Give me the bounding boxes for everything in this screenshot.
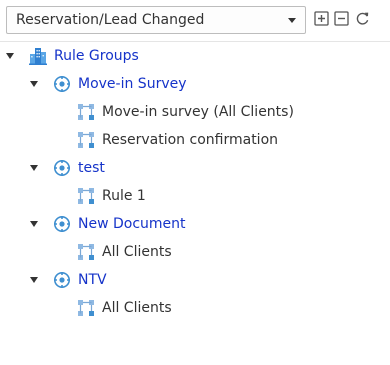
group-gear-icon <box>54 272 70 288</box>
rule-icon <box>78 188 94 204</box>
trigger-select-value: Reservation/Lead Changed <box>16 12 205 28</box>
plus-square-icon[interactable] <box>314 11 329 26</box>
building-icon <box>29 48 47 65</box>
rule-icon <box>78 244 94 260</box>
tree-node-label: Reservation confirmation <box>102 132 279 148</box>
tree-node-label: New Document <box>78 216 186 232</box>
expanded-caret-icon[interactable] <box>29 163 39 173</box>
expanded-caret-icon[interactable] <box>29 219 39 229</box>
tree-node-label: All Clients <box>102 300 172 316</box>
tree-node-label: NTV <box>78 272 107 288</box>
toolbar: Reservation/Lead Changed <box>0 0 390 42</box>
rule-icon <box>78 132 94 148</box>
tree-node-label: All Clients <box>102 244 172 260</box>
refresh-icon[interactable] <box>355 11 370 26</box>
minus-square-icon[interactable] <box>334 11 349 26</box>
rule-icon <box>78 104 94 120</box>
expanded-caret-icon[interactable] <box>29 79 39 89</box>
expanded-caret-icon[interactable] <box>29 275 39 285</box>
tree-node-label: Rule Groups <box>54 48 139 64</box>
group-gear-icon <box>54 76 70 92</box>
chevron-down-icon <box>288 18 296 23</box>
expanded-caret-icon[interactable] <box>5 51 15 61</box>
tree-node-label: Move-in Survey <box>78 76 187 92</box>
tree-node-label: test <box>78 160 105 176</box>
tree-node-label: Move-in survey (All Clients) <box>102 104 294 120</box>
group-gear-icon <box>54 216 70 232</box>
tree-node-label: Rule 1 <box>102 188 146 204</box>
group-gear-icon <box>54 160 70 176</box>
trigger-select[interactable]: Reservation/Lead Changed <box>6 6 306 34</box>
rule-icon <box>78 300 94 316</box>
